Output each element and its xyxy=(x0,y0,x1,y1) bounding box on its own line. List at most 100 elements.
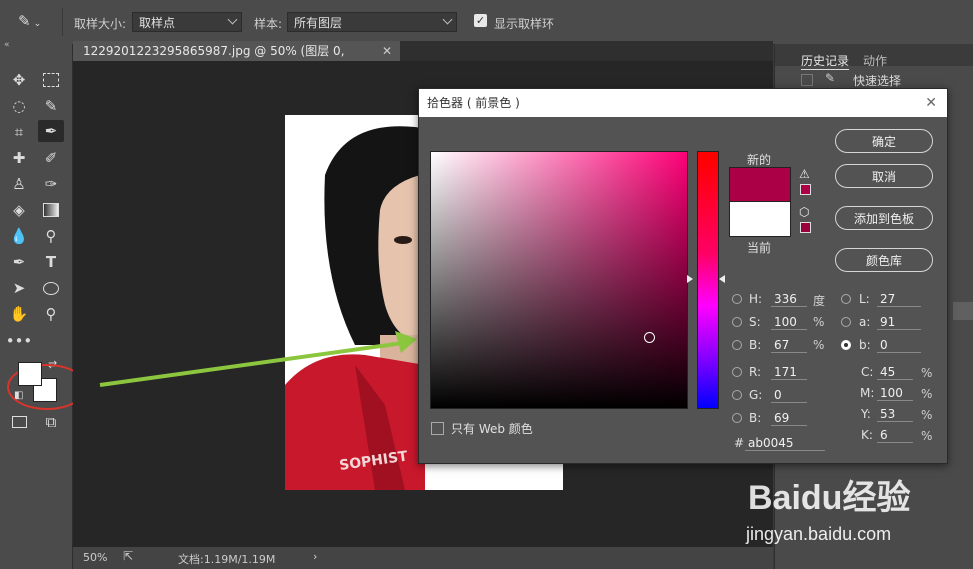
dialog-titlebar: 拾色器 ( 前景色 ) ✕ xyxy=(419,89,947,117)
input-c[interactable]: 45 xyxy=(877,364,913,380)
type-tool-icon[interactable]: T xyxy=(40,252,62,272)
more-tools-icon[interactable]: ••• xyxy=(6,331,33,351)
gradient-tool-icon[interactable] xyxy=(40,200,62,220)
current-color-label: 当前 xyxy=(747,241,772,255)
healing-brush-tool-icon[interactable]: ✚ xyxy=(8,148,30,168)
only-web-colors-checkbox[interactable] xyxy=(431,422,444,435)
eyedropper-tool-icon[interactable]: ✒ xyxy=(38,120,64,142)
hue-slider[interactable] xyxy=(697,151,719,409)
show-ring-label: 显示取样环 xyxy=(494,17,555,31)
radio-l[interactable] xyxy=(841,294,851,304)
hue-slider-right-handle[interactable] xyxy=(719,275,725,283)
input-m[interactable]: 100 xyxy=(877,385,913,401)
sample-select[interactable]: 所有图层 xyxy=(287,12,457,32)
zoom-level[interactable]: 50% xyxy=(83,551,107,564)
chevron-down-icon xyxy=(227,14,238,25)
unit-degree: 度 xyxy=(813,294,826,308)
collapse-icon[interactable]: « xyxy=(4,40,10,50)
radio-h[interactable] xyxy=(732,294,742,304)
export-icon[interactable]: ⇱ xyxy=(123,549,133,563)
clone-stamp-tool-icon[interactable]: ♙ xyxy=(8,174,30,194)
history-item[interactable]: 快速选择 xyxy=(853,72,901,89)
input-s[interactable]: 100 xyxy=(771,314,807,330)
input-a[interactable]: 91 xyxy=(877,314,921,330)
chevron-right-icon[interactable]: › xyxy=(313,550,317,563)
watermark-url: jingyan.baidu.com xyxy=(746,524,892,544)
color-field[interactable] xyxy=(430,151,688,409)
pen-tool-icon[interactable]: ✒ xyxy=(8,252,30,272)
cube-icon[interactable]: ⬡ xyxy=(799,205,809,219)
warning-icon[interactable]: ⚠ xyxy=(799,167,810,181)
foreground-color-swatch[interactable] xyxy=(18,362,42,386)
radio-a[interactable] xyxy=(841,317,851,327)
input-l[interactable]: 27 xyxy=(877,291,921,307)
radio-r[interactable] xyxy=(732,367,742,377)
gamut-warning-swatch[interactable] xyxy=(800,184,811,195)
input-h[interactable]: 336 xyxy=(771,291,807,307)
sample-size-select[interactable]: 取样点 xyxy=(132,12,242,32)
input-y[interactable]: 53 xyxy=(877,406,913,422)
label-k: K: xyxy=(861,428,873,442)
input-k[interactable]: 6 xyxy=(877,427,913,443)
document-tab[interactable]: 1229201223295865987.jpg @ 50% (图层 0, RGB… xyxy=(73,41,400,78)
history-brush-tool-icon[interactable]: ✑ xyxy=(40,174,62,194)
marquee-tool-icon[interactable] xyxy=(40,70,62,90)
new-color-label: 新的 xyxy=(747,153,772,167)
web-safe-swatch[interactable] xyxy=(800,222,811,233)
input-blue[interactable]: 69 xyxy=(771,410,807,426)
show-ring-checkbox[interactable]: ✓ xyxy=(474,14,487,27)
input-g[interactable]: 0 xyxy=(771,387,807,403)
radio-lab-b[interactable] xyxy=(841,340,851,350)
label-g: G: xyxy=(749,388,763,402)
move-tool-icon[interactable]: ✥ xyxy=(8,70,30,90)
radio-g[interactable] xyxy=(732,390,742,400)
sample-size-value: 取样点 xyxy=(139,16,176,30)
label-y: Y: xyxy=(861,407,871,421)
hand-tool-icon[interactable]: ✋ xyxy=(8,304,30,324)
close-icon[interactable]: ✕ xyxy=(925,89,937,117)
lasso-tool-icon[interactable]: ◌ xyxy=(8,96,30,116)
radio-b[interactable] xyxy=(732,340,742,350)
ellipse-tool-icon[interactable] xyxy=(40,278,62,298)
label-a: a: xyxy=(859,315,871,329)
ok-button[interactable]: 确定 xyxy=(835,129,933,153)
close-icon[interactable]: ✕ xyxy=(382,41,392,61)
history-snapshot-box[interactable] xyxy=(801,74,813,86)
current-color-swatch[interactable] xyxy=(729,201,791,237)
eyedropper-tool-preset-icon[interactable]: ✎ ⌄ xyxy=(18,12,48,32)
label-lab-b: b: xyxy=(859,338,871,352)
watermark-brand: Baidu经验 xyxy=(748,479,911,517)
unit-percent: % xyxy=(921,429,933,443)
color-field-cursor[interactable] xyxy=(644,332,655,343)
panel-row-highlight xyxy=(953,302,973,320)
blur-tool-icon[interactable]: 💧 xyxy=(8,226,30,246)
input-b[interactable]: 67 xyxy=(771,337,807,353)
color-libraries-button[interactable]: 颜色库 xyxy=(835,248,933,272)
unit-percent: % xyxy=(921,408,933,422)
brush-tool-icon[interactable]: ✐ xyxy=(40,148,62,168)
screen-mode-icon[interactable]: ⧉ xyxy=(40,412,62,432)
input-r[interactable]: 171 xyxy=(771,364,807,380)
dialog-title: 拾色器 ( 前景色 ) xyxy=(427,96,520,110)
quick-select-tool-icon[interactable]: ✎ xyxy=(40,96,62,116)
dodge-tool-icon[interactable]: ⚲ xyxy=(40,226,62,246)
path-selection-tool-icon[interactable]: ➤ xyxy=(8,278,30,298)
crop-tool-icon[interactable]: ⌗ xyxy=(8,122,30,142)
unit-percent: % xyxy=(813,315,825,329)
hue-slider-left-handle[interactable] xyxy=(687,275,693,283)
input-lab-b[interactable]: 0 xyxy=(877,337,921,353)
hex-input[interactable]: ab0045 xyxy=(745,435,825,451)
tab-history[interactable]: 历史记录 xyxy=(801,52,850,70)
quick-mask-icon[interactable] xyxy=(8,412,30,432)
eraser-tool-icon[interactable]: ◈ xyxy=(8,200,30,220)
annotation-arrow xyxy=(99,331,417,387)
cancel-button[interactable]: 取消 xyxy=(835,164,933,188)
radio-blue[interactable] xyxy=(732,413,742,423)
radio-s[interactable] xyxy=(732,317,742,327)
tab-actions[interactable]: 动作 xyxy=(863,52,887,69)
add-to-swatches-button[interactable]: 添加到色板 xyxy=(835,206,933,230)
hex-label: # xyxy=(734,436,745,450)
zoom-tool-icon[interactable]: ⚲ xyxy=(40,304,62,324)
quick-select-history-icon: ✎ xyxy=(825,71,836,85)
label-r: R: xyxy=(749,365,762,379)
